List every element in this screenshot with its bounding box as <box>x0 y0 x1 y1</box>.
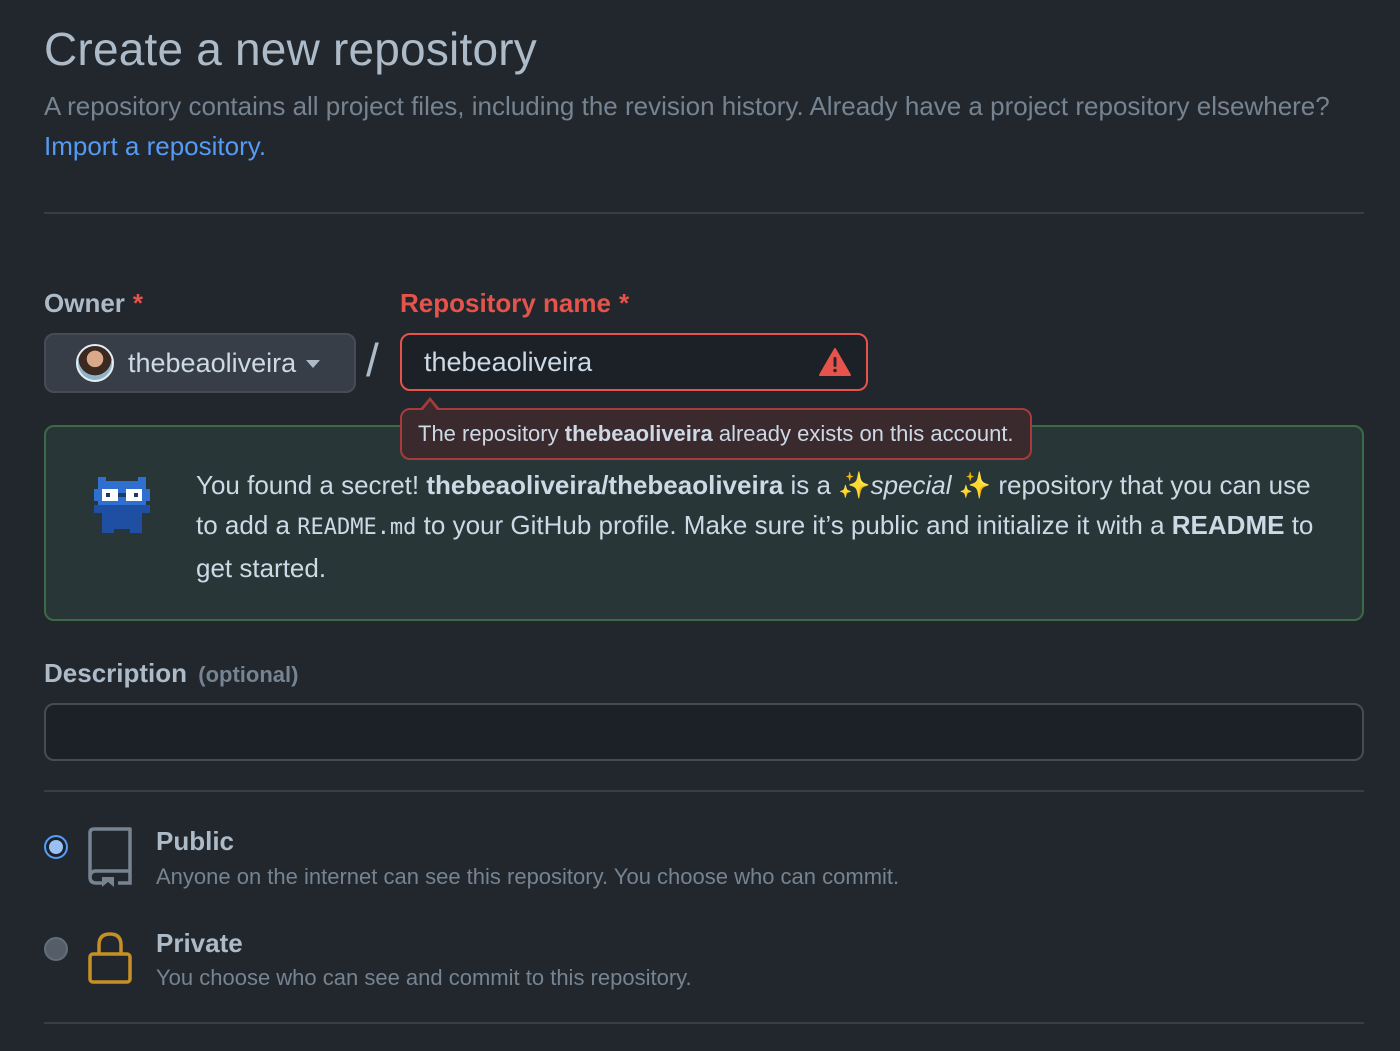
public-radio[interactable] <box>44 835 68 859</box>
caret-down-icon <box>306 360 321 368</box>
subtitle-text: A repository contains all project files,… <box>44 91 1330 121</box>
repository-name-required-mark: * <box>618 288 630 318</box>
owner-name: thebeaoliveira <box>128 347 297 378</box>
alert-triangle-icon <box>819 348 851 376</box>
repository-name-label-text: Repository name <box>400 288 611 318</box>
secret-readme: README <box>1171 510 1285 540</box>
owner-label: Owner * <box>44 288 143 319</box>
avatar <box>76 344 114 382</box>
private-title: Private <box>156 928 243 958</box>
visibility-divider <box>44 1022 1364 1024</box>
readme-code: README.md <box>297 515 417 540</box>
secret-text-4: to your GitHub profile. Make sure it’s p… <box>423 510 1165 540</box>
page-subtitle: A repository contains all project files,… <box>44 86 1334 166</box>
secret-repo-path: thebeaoliveira/thebeaoliveira <box>426 470 784 500</box>
secret-text-2: is a ✨ <box>790 470 871 500</box>
secret-message: You found a secret! thebeaoliveira/thebe… <box>196 465 1316 588</box>
page-title: Create a new repository <box>44 23 537 75</box>
import-repository-link[interactable]: Import a repository. <box>44 131 266 161</box>
header-divider <box>44 212 1364 214</box>
error-prefix: The repository <box>418 421 559 446</box>
description-divider <box>44 790 1364 792</box>
repository-name-value[interactable]: thebeaoliveira <box>424 347 818 378</box>
mona-pixel-icon <box>94 477 150 533</box>
error-suffix: already exists on this account. <box>718 421 1014 446</box>
lock-icon <box>88 932 132 984</box>
description-label: Description (optional) <box>44 658 298 689</box>
private-radio[interactable] <box>44 937 68 961</box>
tooltip-arrow-inner <box>423 401 437 410</box>
repo-icon <box>88 827 132 887</box>
repository-exists-error: The repository thebeaoliveira already ex… <box>400 408 1032 460</box>
public-description: Anyone on the internet can see this repo… <box>156 864 900 889</box>
description-label-text: Description <box>44 658 188 688</box>
secret-text-1: You found a secret! <box>196 470 420 500</box>
error-repo-name: thebeaoliveira <box>564 421 713 446</box>
public-title: Public <box>156 826 235 856</box>
repository-name-input[interactable]: thebeaoliveira <box>400 333 868 391</box>
owner-dropdown[interactable]: thebeaoliveira <box>44 333 356 393</box>
description-input[interactable] <box>44 703 1364 761</box>
secret-special: special <box>870 470 952 500</box>
private-description: You choose who can see and commit to thi… <box>156 965 692 990</box>
description-optional: (optional) <box>198 662 299 687</box>
owner-repo-separator: / <box>366 334 379 386</box>
create-repo-page: Create a new repository A repository con… <box>0 0 1400 1051</box>
owner-required-mark: * <box>132 288 144 318</box>
owner-label-text: Owner <box>44 288 125 318</box>
repository-name-label: Repository name * <box>400 288 629 319</box>
